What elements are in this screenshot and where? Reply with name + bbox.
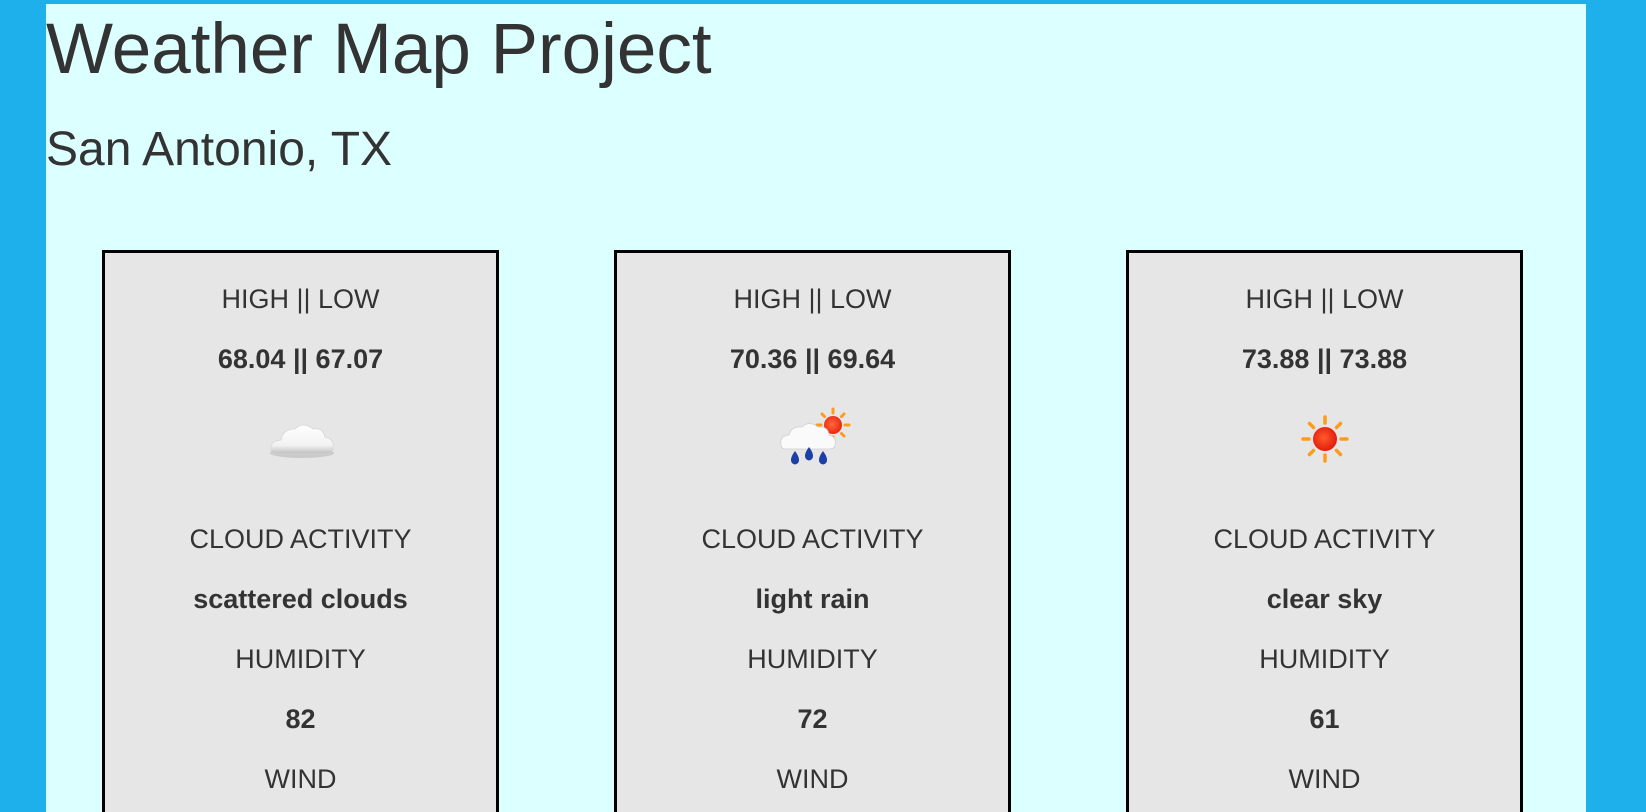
wind-label: WIND [1288, 764, 1361, 794]
humidity-value: 61 [1309, 704, 1340, 734]
cloud-icon [261, 407, 341, 471]
forecast-card: HIGH || LOW 68.04 || 67.07 CLOUD ACTIVIT… [102, 250, 499, 812]
cloud-activity-label: CLOUD ACTIVITY [189, 524, 412, 554]
cloud-activity-label: CLOUD ACTIVITY [701, 524, 924, 554]
cloud-activity-value: scattered clouds [193, 584, 408, 614]
cloud-activity-label: CLOUD ACTIVITY [1213, 524, 1436, 554]
high-low-value: 68.04 || 67.07 [217, 344, 384, 374]
high-low-value: 70.36 || 69.64 [729, 344, 896, 374]
wind-label: WIND [264, 764, 337, 794]
main-content: Weather Map Project San Antonio, TX HIGH… [46, 4, 1586, 812]
forecast-card: HIGH || LOW 73.88 || 73.88 CLOUD ACTIVIT… [1126, 250, 1523, 812]
high-low-label: HIGH || LOW [1245, 284, 1404, 314]
cloud-activity-value: light rain [755, 584, 870, 614]
sun-icon [1285, 407, 1365, 471]
wind-label: WIND [776, 764, 849, 794]
humidity-label: HUMIDITY [235, 644, 366, 674]
city-heading: San Antonio, TX [46, 123, 393, 176]
high-low-label: HIGH || LOW [221, 284, 380, 314]
humidity-label: HUMIDITY [1259, 644, 1390, 674]
high-low-label: HIGH || LOW [733, 284, 892, 314]
page-title: Weather Map Project [46, 10, 712, 89]
humidity-value: 82 [285, 704, 316, 734]
humidity-value: 72 [797, 704, 828, 734]
forecast-card: HIGH || LOW 70.36 || 69.64 CLOUD ACTIVIT… [614, 250, 1011, 812]
humidity-label: HUMIDITY [747, 644, 878, 674]
cloud-activity-value: clear sky [1266, 584, 1383, 614]
rain-sun-icon [773, 407, 853, 471]
high-low-value: 73.88 || 73.88 [1241, 344, 1408, 374]
